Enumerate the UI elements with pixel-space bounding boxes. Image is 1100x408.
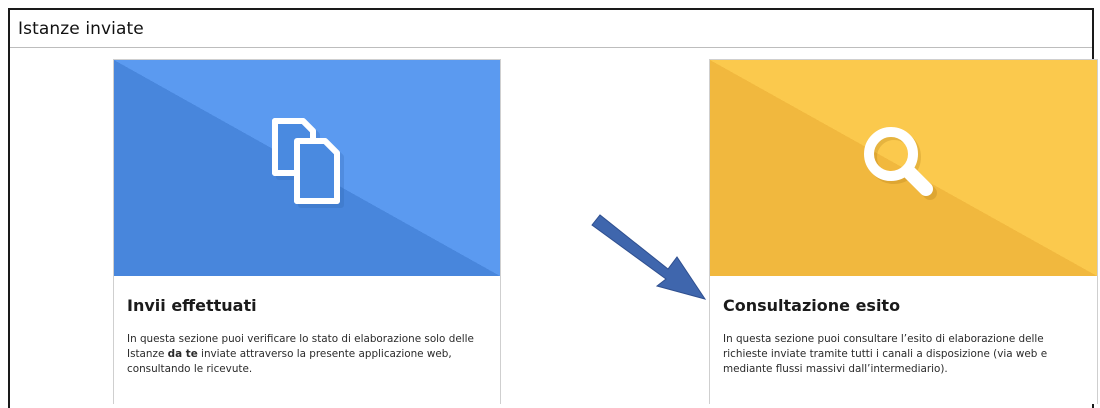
card-invii-effettuati[interactable]: Invii effettuati In questa sezione puoi … [113, 59, 501, 404]
card-description: In questa sezione puoi verificare lo sta… [127, 333, 474, 375]
card-title: Consultazione esito [723, 296, 901, 315]
arrow-icon [591, 214, 707, 300]
title-divider [10, 47, 1092, 48]
documents-icon [272, 118, 344, 208]
page-title: Istanze inviate [18, 19, 144, 39]
card-title: Invii effettuati [127, 296, 257, 315]
card-consultazione-esito[interactable]: Consultazione esito In questa sezione pu… [709, 59, 1098, 404]
search-icon [863, 127, 937, 200]
card-banner [114, 60, 500, 276]
card-description: In questa sezione puoi consultare l’esit… [723, 333, 1048, 375]
card-banner [710, 60, 1097, 276]
